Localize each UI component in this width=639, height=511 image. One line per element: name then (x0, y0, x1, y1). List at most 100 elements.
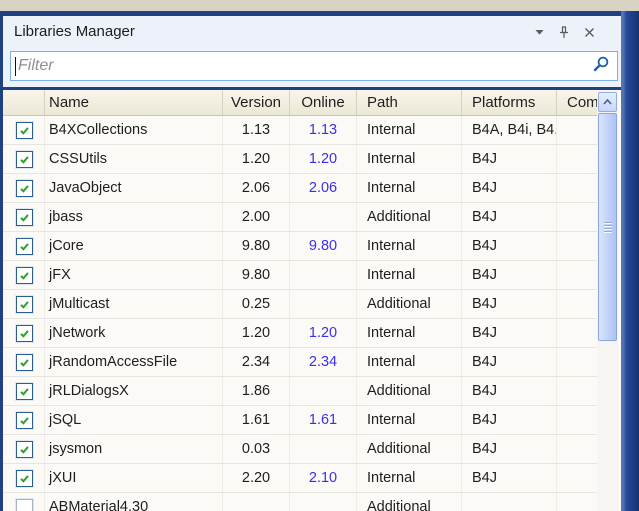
auto-hide-pin-button[interactable] (556, 24, 572, 40)
library-online-version-link[interactable]: 1.20 (290, 319, 357, 347)
library-online-version-link[interactable] (290, 290, 357, 318)
library-online-version-link[interactable]: 2.06 (290, 174, 357, 202)
library-online-version-link[interactable] (290, 203, 357, 231)
library-checkbox[interactable] (16, 237, 33, 255)
library-platforms: B4J (462, 319, 557, 347)
library-platforms: B4J (462, 203, 557, 231)
close-button[interactable] (581, 24, 597, 40)
filter-input[interactable]: Filter (10, 51, 618, 81)
library-checkbox[interactable] (16, 179, 33, 197)
library-platforms: B4J (462, 464, 557, 492)
library-checkbox[interactable] (16, 150, 33, 168)
library-path: Internal (357, 232, 462, 260)
library-name: jRLDialogsX (45, 377, 223, 405)
library-platforms: B4J (462, 261, 557, 289)
search-button[interactable] (592, 55, 610, 78)
header-platforms[interactable]: Platforms (462, 90, 557, 115)
table-row[interactable]: jRLDialogsX 1.86 Additional B4J (3, 377, 597, 406)
header-checkbox-column[interactable] (3, 90, 45, 115)
library-checkbox[interactable] (16, 411, 33, 429)
library-path: Internal (357, 348, 462, 376)
table-header-row: Name Version Online Path Platforms Comme… (3, 90, 597, 116)
library-path: Internal (357, 319, 462, 347)
library-name: jRandomAccessFile (45, 348, 223, 376)
libraries-table: Name Version Online Path Platforms Comme… (3, 90, 621, 511)
header-online[interactable]: Online (290, 90, 357, 115)
window-position-button[interactable] (531, 24, 547, 40)
library-online-version-link[interactable]: 1.61 (290, 406, 357, 434)
library-name: jFX (45, 261, 223, 289)
table-row[interactable]: JavaObject 2.06 2.06 Internal B4J (3, 174, 597, 203)
library-platforms (462, 493, 557, 511)
library-comments (557, 493, 597, 511)
library-path: Additional (357, 493, 462, 511)
table-row[interactable]: jNetwork 1.20 1.20 Internal B4J (3, 319, 597, 348)
library-checkbox[interactable] (16, 469, 33, 487)
scrollbar-thumb[interactable] (598, 113, 617, 341)
library-online-version-link[interactable]: 1.20 (290, 145, 357, 173)
library-version: 1.20 (223, 319, 290, 347)
close-icon (584, 27, 594, 37)
library-online-version-link[interactable]: 2.10 (290, 464, 357, 492)
library-comments (557, 464, 597, 492)
scroll-up-button[interactable] (598, 92, 617, 112)
table-row[interactable]: jMulticast 0.25 Additional B4J (3, 290, 597, 319)
library-checkbox[interactable] (16, 266, 33, 284)
library-online-version-link[interactable] (290, 435, 357, 463)
library-checkbox[interactable] (16, 353, 33, 371)
library-checkbox[interactable] (16, 324, 33, 342)
library-checkbox[interactable] (16, 295, 33, 313)
library-name: B4XCollections (45, 116, 223, 144)
table-row[interactable]: jFX 9.80 Internal B4J (3, 261, 597, 290)
pin-icon (560, 25, 568, 38)
library-version: 2.06 (223, 174, 290, 202)
library-version: 9.80 (223, 261, 290, 289)
library-online-version-link[interactable] (290, 261, 357, 289)
library-platforms: B4J (462, 348, 557, 376)
library-online-version-link[interactable]: 2.34 (290, 348, 357, 376)
text-cursor (15, 56, 16, 76)
table-row[interactable]: jXUI 2.20 2.10 Internal B4J (3, 464, 597, 493)
library-checkbox[interactable] (16, 440, 33, 458)
header-comments[interactable]: Comments (557, 90, 597, 115)
library-platforms: B4J (462, 145, 557, 173)
check-icon (20, 474, 29, 483)
library-online-version-link[interactable] (290, 493, 357, 511)
table-row[interactable]: jsysmon 0.03 Additional B4J (3, 435, 597, 464)
header-path[interactable]: Path (357, 90, 462, 115)
table-row[interactable]: B4XCollections 1.13 1.13 Internal B4A, B… (3, 116, 597, 145)
chevron-down-icon (535, 30, 543, 35)
library-checkbox[interactable] (16, 498, 33, 511)
library-platforms: B4J (462, 435, 557, 463)
library-online-version-link[interactable] (290, 377, 357, 405)
table-row[interactable]: ABMaterial4.30 Additional (3, 493, 597, 511)
library-path: Internal (357, 464, 462, 492)
table-row[interactable]: CSSUtils 1.20 1.20 Internal B4J (3, 145, 597, 174)
library-comments (557, 290, 597, 318)
header-name[interactable]: Name (45, 90, 223, 115)
header-version[interactable]: Version (223, 90, 290, 115)
library-checkbox[interactable] (16, 382, 33, 400)
vertical-scrollbar[interactable] (597, 90, 618, 511)
library-name: jsysmon (45, 435, 223, 463)
library-path: Additional (357, 377, 462, 405)
library-checkbox[interactable] (16, 208, 33, 226)
filter-placeholder: Filter (18, 57, 54, 74)
library-online-version-link[interactable]: 9.80 (290, 232, 357, 260)
library-version: 1.13 (223, 116, 290, 144)
table-row[interactable]: jbass 2.00 Additional B4J (3, 203, 597, 232)
table-row[interactable]: jCore 9.80 9.80 Internal B4J (3, 232, 597, 261)
library-version: 1.20 (223, 145, 290, 173)
check-icon (20, 300, 29, 309)
table-row[interactable]: jSQL 1.61 1.61 Internal B4J (3, 406, 597, 435)
panel-title: Libraries Manager (14, 23, 135, 40)
check-icon (20, 358, 29, 367)
library-checkbox[interactable] (16, 121, 33, 139)
library-comments (557, 261, 597, 289)
library-version: 1.86 (223, 377, 290, 405)
panel-titlebar[interactable]: Libraries Manager (3, 16, 621, 51)
library-platforms: B4J (462, 232, 557, 260)
library-online-version-link[interactable]: 1.13 (290, 116, 357, 144)
table-row[interactable]: jRandomAccessFile 2.34 2.34 Internal B4J (3, 348, 597, 377)
ide-background: Libraries Manager Filter Name Version On… (0, 0, 639, 511)
